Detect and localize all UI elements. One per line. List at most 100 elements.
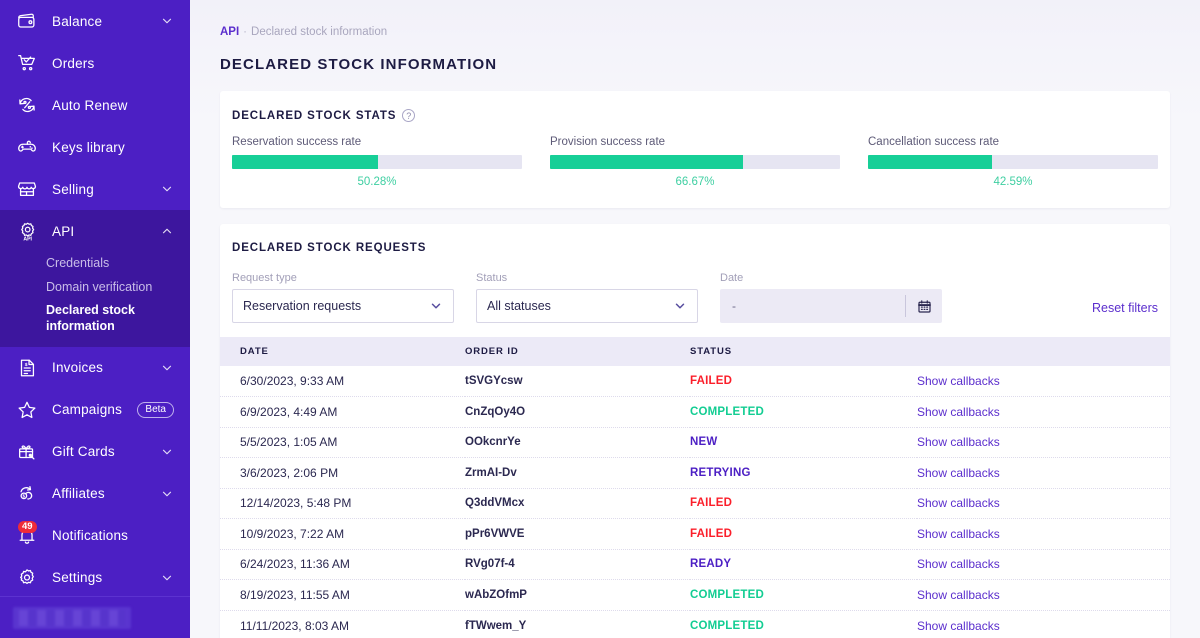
sidebar-item-label: Selling — [52, 181, 94, 197]
affiliates-icon: $ — [14, 481, 40, 507]
cell-date: 3/6/2023, 2:06 PM — [220, 457, 465, 489]
cell-date: 6/9/2023, 4:49 AM — [220, 396, 465, 428]
status-select[interactable]: All statuses — [476, 289, 698, 323]
table-row[interactable]: 6/30/2023, 9:33 AM tSVGYcsw FAILED Show cal… — [220, 366, 1170, 397]
api-gear-icon: API — [14, 218, 40, 244]
filters-bar: Request type Reservation requests Status… — [220, 254, 1170, 337]
sidebar-item-notifications[interactable]: 49 Notifications — [0, 515, 190, 557]
sidebar-item-affiliates[interactable]: $ Affiliates — [0, 473, 190, 515]
sidebar-item-gift-cards[interactable]: Gift Cards — [0, 431, 190, 473]
table-row[interactable]: 12/14/2023, 5:48 PM Q3ddVMcx FAILED Show ca… — [220, 488, 1170, 519]
sidebar-item-campaigns[interactable]: Campaigns Beta — [0, 389, 190, 431]
column-header-status: STATUS — [690, 337, 917, 366]
chevron-down-icon — [162, 491, 172, 496]
status-badge: READY — [690, 549, 917, 580]
notifications-badge: 49 — [18, 520, 37, 534]
show-callbacks-link[interactable]: Show callbacks — [917, 374, 1000, 388]
breadcrumb-api-link[interactable]: API — [220, 26, 239, 38]
breadcrumb: API · Declared stock information — [190, 0, 1200, 38]
date-range-input[interactable]: - — [720, 289, 942, 323]
cell-order-id: OOkcnrYe — [465, 427, 690, 458]
stats-card-title-text: DECLARED STOCK STATS — [232, 109, 397, 122]
sidebar-item-selling[interactable]: Selling — [0, 168, 190, 210]
gift-tag-icon — [14, 439, 40, 465]
sidebar-item-invoices[interactable]: $ Invoices — [0, 347, 190, 389]
auto-renew-icon — [14, 92, 40, 118]
chevron-down-icon — [162, 186, 172, 192]
gear-icon — [14, 565, 40, 591]
table-row[interactable]: 10/9/2023, 7:22 AM pPr6VWVE FAILED Show cal… — [220, 518, 1170, 550]
status-badge: FAILED — [690, 518, 917, 550]
stat-label: Reservation success rate — [232, 136, 362, 148]
sidebar-item-api[interactable]: API API — [0, 210, 190, 252]
progress-fill — [868, 155, 992, 169]
stats-card-title: DECLARED STOCK STATS ? — [220, 91, 1170, 122]
sidebar-item-label: API — [52, 223, 75, 239]
redacted-account-block[interactable] — [13, 607, 131, 629]
svg-text:$: $ — [25, 361, 28, 367]
calendar-icon[interactable] — [906, 289, 942, 323]
show-callbacks-link[interactable]: Show callbacks — [917, 619, 1000, 633]
sidebar-subitem-domain-verification[interactable]: Domain verification — [0, 276, 190, 300]
show-callbacks-link[interactable]: Show callbacks — [917, 527, 1000, 541]
status-badge: FAILED — [690, 488, 917, 519]
cell-order-id: pPr6VWVE — [465, 518, 690, 550]
sidebar-item-label: Settings — [52, 570, 103, 585]
sidebar-subitem-declared-stock-information[interactable]: Declared stock information — [0, 299, 190, 338]
filter-label: Request type — [232, 272, 297, 284]
stat-value: 42.59% — [993, 176, 1033, 188]
table-row[interactable]: 3/6/2023, 2:06 PM ZrmAI-Dv RETRYING Show ca… — [220, 457, 1170, 489]
table-row[interactable]: 8/19/2023, 11:55 AM wAbZOfmP COMPLETED Show… — [220, 579, 1170, 611]
progress-fill — [550, 155, 744, 169]
gamepad-icon — [14, 134, 40, 160]
column-header-date: DATE — [220, 337, 465, 366]
show-callbacks-link[interactable]: Show callbacks — [917, 588, 1000, 602]
status-badge: COMPLETED — [690, 619, 764, 632]
chevron-up-icon — [162, 228, 172, 234]
sidebar-item-settings[interactable]: Settings — [0, 557, 190, 599]
help-icon[interactable]: ? — [402, 109, 416, 122]
sidebar-item-label: Invoices — [52, 360, 104, 375]
table-row[interactable]: 11/11/2023, 8:03 AM fTWwem_Y COMPLETED Show… — [220, 610, 1170, 638]
cell-date: 6/24/2023, 11:36 AM — [220, 549, 465, 580]
cell-date: 8/19/2023, 11:55 AM — [220, 579, 465, 611]
sidebar: Balance Orders Auto Renew Keys library S… — [0, 0, 190, 638]
show-callbacks-link[interactable]: Show callbacks — [917, 405, 1000, 419]
table-header: DATE ORDER ID STATUS — [220, 337, 1170, 366]
sidebar-item-label: Auto Renew — [52, 97, 128, 113]
show-callbacks-link[interactable]: Show callbacks — [917, 496, 1000, 510]
stats-row: Reservation success rate 50.28% Provisio… — [220, 122, 1170, 208]
main-content: API · Declared stock information DECLARED … — [190, 0, 1200, 638]
sidebar-item-orders[interactable]: Orders — [0, 42, 190, 84]
stat-label: Cancellation success rate — [868, 136, 1000, 148]
sidebar-item-label: Orders — [52, 55, 95, 71]
cell-order-id: CnZqOy4O — [465, 396, 690, 428]
app-root: Balance Orders Auto Renew Keys library S… — [0, 0, 1200, 638]
column-header-order-id: ORDER ID — [465, 337, 690, 366]
table-row[interactable]: 5/5/2023, 1:05 AM OOkcnrYe NEW Show callbac… — [220, 427, 1170, 458]
beta-badge: Beta — [137, 401, 174, 418]
breadcrumb-separator: · — [243, 26, 248, 38]
stat-value: 50.28% — [357, 176, 397, 188]
table-row[interactable]: 6/9/2023, 4:49 AM CnZqOy4O COMPLETED Show c… — [220, 396, 1170, 428]
show-callbacks-link[interactable]: Show callbacks — [917, 557, 1000, 571]
declared-stock-requests-card: DECLARED STOCK REQUESTS Request type Res… — [220, 224, 1170, 638]
show-callbacks-link[interactable]: Show callbacks — [917, 466, 1000, 480]
sidebar-subitem-credentials[interactable]: Credentials — [0, 252, 190, 276]
requests-table: DATE ORDER ID STATUS 6/30/2023, 9:33 AM t… — [220, 337, 1170, 638]
sidebar-item-balance[interactable]: Balance — [0, 0, 190, 42]
cell-order-id: ZrmAI-Dv — [465, 457, 690, 489]
show-callbacks-link[interactable]: Show callbacks — [917, 435, 1000, 449]
progress-fill — [232, 155, 378, 169]
sidebar-item-keys-library[interactable]: Keys library — [0, 126, 190, 168]
request-type-select[interactable]: Reservation requests — [232, 289, 454, 323]
status-badge: RETRYING — [690, 457, 917, 489]
reset-filters-link[interactable]: Reset filters — [1092, 301, 1158, 323]
sidebar-item-label: Keys library — [52, 139, 125, 155]
sidebar-item-label: Affiliates — [52, 486, 105, 501]
cart-check-icon — [14, 50, 40, 76]
date-range-value: - — [732, 299, 736, 313]
sidebar-item-auto-renew[interactable]: Auto Renew — [0, 84, 190, 126]
storefront-icon — [14, 176, 40, 202]
table-row[interactable]: 6/24/2023, 11:36 AM RVg07f-4 READY Show cal… — [220, 549, 1170, 580]
